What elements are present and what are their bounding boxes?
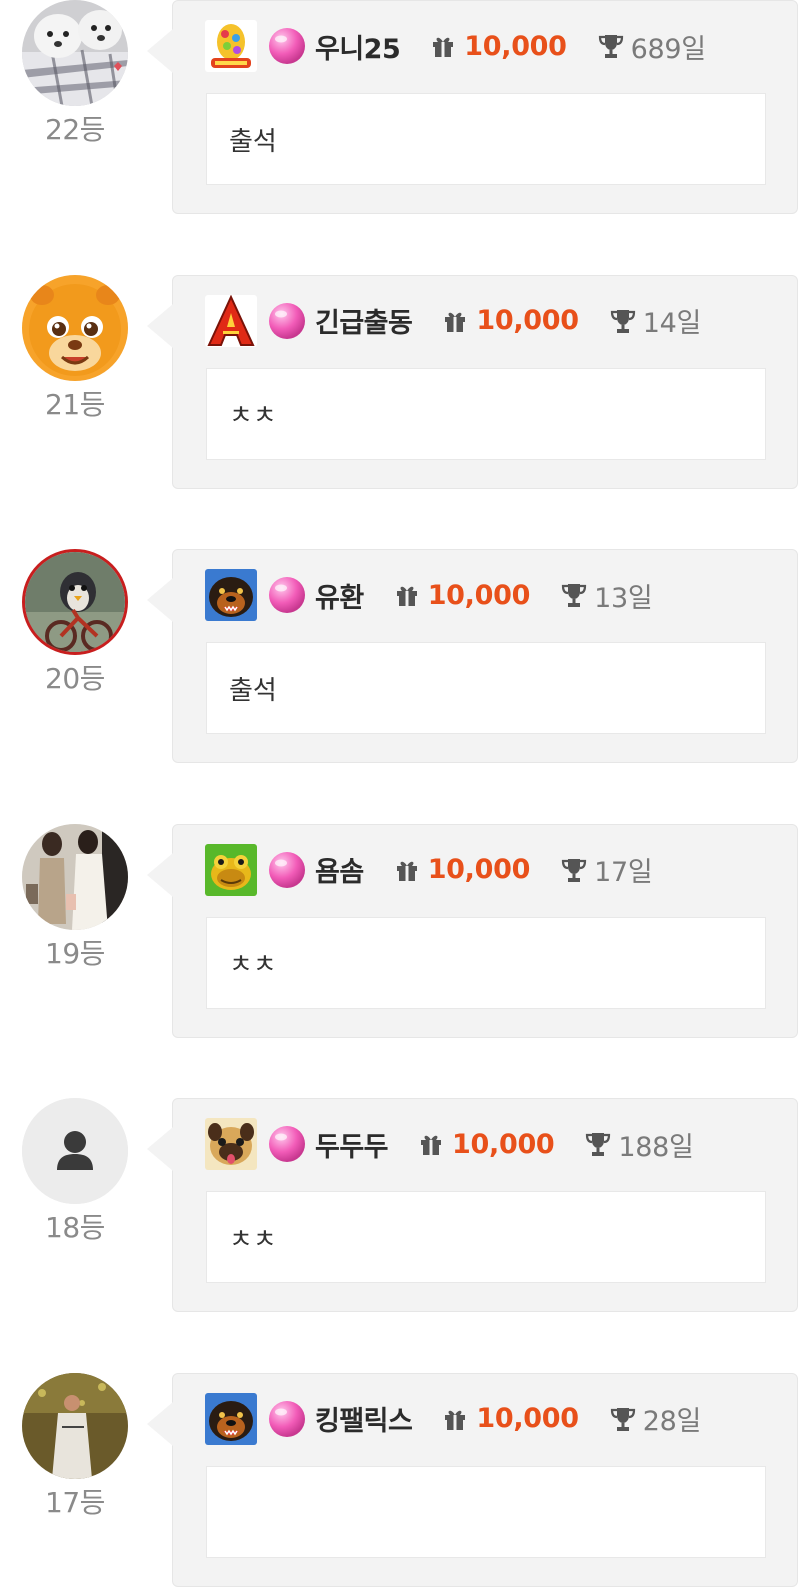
trophy-icon bbox=[609, 1405, 637, 1433]
speech-bubble-pointer bbox=[147, 1402, 173, 1446]
rank-label: 20등 bbox=[0, 657, 150, 697]
user-avatar[interactable] bbox=[22, 824, 128, 930]
gift-icon bbox=[442, 308, 468, 334]
trophy-icon bbox=[609, 307, 637, 335]
pink-candy-icon bbox=[267, 850, 307, 890]
pug-dog-game-icon bbox=[205, 1118, 257, 1170]
comment-entry: 17등 bbox=[0, 1321, 800, 1595]
comment-card: 유환 10,000 bbox=[172, 549, 798, 763]
letter-a-game-icon bbox=[205, 295, 257, 347]
comment-card: 킹팰릭스 10,000 bbox=[172, 1373, 798, 1587]
comment-card: 우니25 10,000 bbox=[172, 0, 798, 214]
rottweiler-dog-game-icon bbox=[205, 569, 257, 621]
rottweiler-dog-game-icon bbox=[205, 1393, 257, 1445]
comment-message: ㅊㅊ bbox=[229, 944, 277, 981]
speech-bubble-pointer bbox=[147, 29, 173, 73]
trophy-icon bbox=[584, 1130, 612, 1158]
user-nickname[interactable]: 두두두 bbox=[315, 1125, 388, 1164]
comment-entry: 19등 bbox=[0, 772, 800, 1047]
comment-message-box: ㅊㅊ bbox=[206, 1191, 766, 1283]
attendance-days: 14일 bbox=[643, 301, 701, 340]
comment-header: 두두두 10,000 bbox=[205, 1117, 787, 1171]
pink-candy-icon bbox=[267, 1399, 307, 1439]
pink-candy-icon bbox=[267, 301, 307, 341]
comment-message: 출석 bbox=[229, 121, 277, 158]
speech-bubble-pointer bbox=[147, 1127, 173, 1171]
speech-bubble-pointer bbox=[147, 578, 173, 622]
user-avatar[interactable] bbox=[22, 0, 128, 106]
rank-label: 18등 bbox=[0, 1206, 150, 1246]
green-frog-game-icon bbox=[205, 844, 257, 896]
pink-candy-icon bbox=[267, 26, 307, 66]
attendance-days: 17일 bbox=[594, 850, 652, 889]
gift-icon bbox=[394, 582, 420, 608]
points-amount: 10,000 bbox=[464, 31, 566, 62]
points-amount: 10,000 bbox=[476, 1403, 578, 1434]
attendance-days: 188일 bbox=[618, 1125, 693, 1164]
trophy-icon bbox=[560, 581, 588, 609]
speech-bubble-pointer bbox=[147, 853, 173, 897]
points-amount: 10,000 bbox=[476, 305, 578, 336]
comment-message-box: ㅊㅊ bbox=[206, 368, 766, 460]
comment-header: 우니25 10,000 bbox=[205, 19, 787, 73]
comment-header: 긴급출동 10,000 bbox=[205, 294, 787, 348]
rank-label: 19등 bbox=[0, 932, 150, 972]
comment-entry: 21등 bbox=[0, 223, 800, 498]
comment-header: 킹팰릭스 10,000 bbox=[205, 1392, 787, 1446]
gift-icon bbox=[430, 33, 456, 59]
comment-header: 유환 10,000 bbox=[205, 568, 787, 622]
comment-card: 두두두 10,000 bbox=[172, 1098, 798, 1312]
points-amount: 10,000 bbox=[428, 580, 530, 611]
comment-card: 긴급출동 10,000 bbox=[172, 275, 798, 489]
attendance-days: 13일 bbox=[594, 576, 652, 615]
rank-label: 17등 bbox=[0, 1481, 150, 1521]
gift-icon bbox=[418, 1131, 444, 1157]
speech-bubble-pointer bbox=[147, 304, 173, 348]
comment-message: ㅊㅊ bbox=[229, 1219, 277, 1256]
comment-entry: 20등 bbox=[0, 497, 800, 772]
comment-message-box bbox=[206, 1466, 766, 1558]
gift-icon bbox=[442, 1406, 468, 1432]
comment-header: 욤솜 10,000 bbox=[205, 843, 787, 897]
comment-message: ㅊㅊ bbox=[229, 395, 277, 432]
rank-label: 21등 bbox=[0, 383, 150, 423]
gift-icon bbox=[394, 857, 420, 883]
comment-message-box: ㅊㅊ bbox=[206, 917, 766, 1009]
pink-candy-icon bbox=[267, 575, 307, 615]
user-nickname[interactable]: 욤솜 bbox=[315, 850, 364, 889]
trophy-icon bbox=[597, 32, 625, 60]
comment-card: 욤솜 10,000 bbox=[172, 824, 798, 1038]
attendance-days: 28일 bbox=[643, 1399, 701, 1438]
attendance-days: 689일 bbox=[631, 27, 706, 66]
user-nickname[interactable]: 유환 bbox=[315, 576, 364, 615]
comment-message-box: 출석 bbox=[206, 93, 766, 185]
points-amount: 10,000 bbox=[452, 1129, 554, 1160]
user-avatar[interactable] bbox=[22, 1373, 128, 1479]
points-amount: 10,000 bbox=[428, 854, 530, 885]
user-nickname[interactable]: 킹팰릭스 bbox=[315, 1399, 412, 1438]
comment-entry: 18등 bbox=[0, 1046, 800, 1321]
user-avatar[interactable] bbox=[22, 275, 128, 381]
attendance-comment-list: 22등 bbox=[0, 0, 800, 1595]
trophy-icon bbox=[560, 856, 588, 884]
user-nickname[interactable]: 우니25 bbox=[315, 27, 400, 66]
easter-egg-game-icon bbox=[205, 20, 257, 72]
rank-label: 22등 bbox=[0, 108, 150, 148]
comment-message-box: 출석 bbox=[206, 642, 766, 734]
user-avatar[interactable] bbox=[22, 1098, 128, 1204]
pink-candy-icon bbox=[267, 1124, 307, 1164]
comment-message: 출석 bbox=[229, 670, 277, 707]
user-nickname[interactable]: 긴급출동 bbox=[315, 301, 412, 340]
user-avatar[interactable] bbox=[22, 549, 128, 655]
comment-entry: 22등 bbox=[0, 0, 800, 223]
